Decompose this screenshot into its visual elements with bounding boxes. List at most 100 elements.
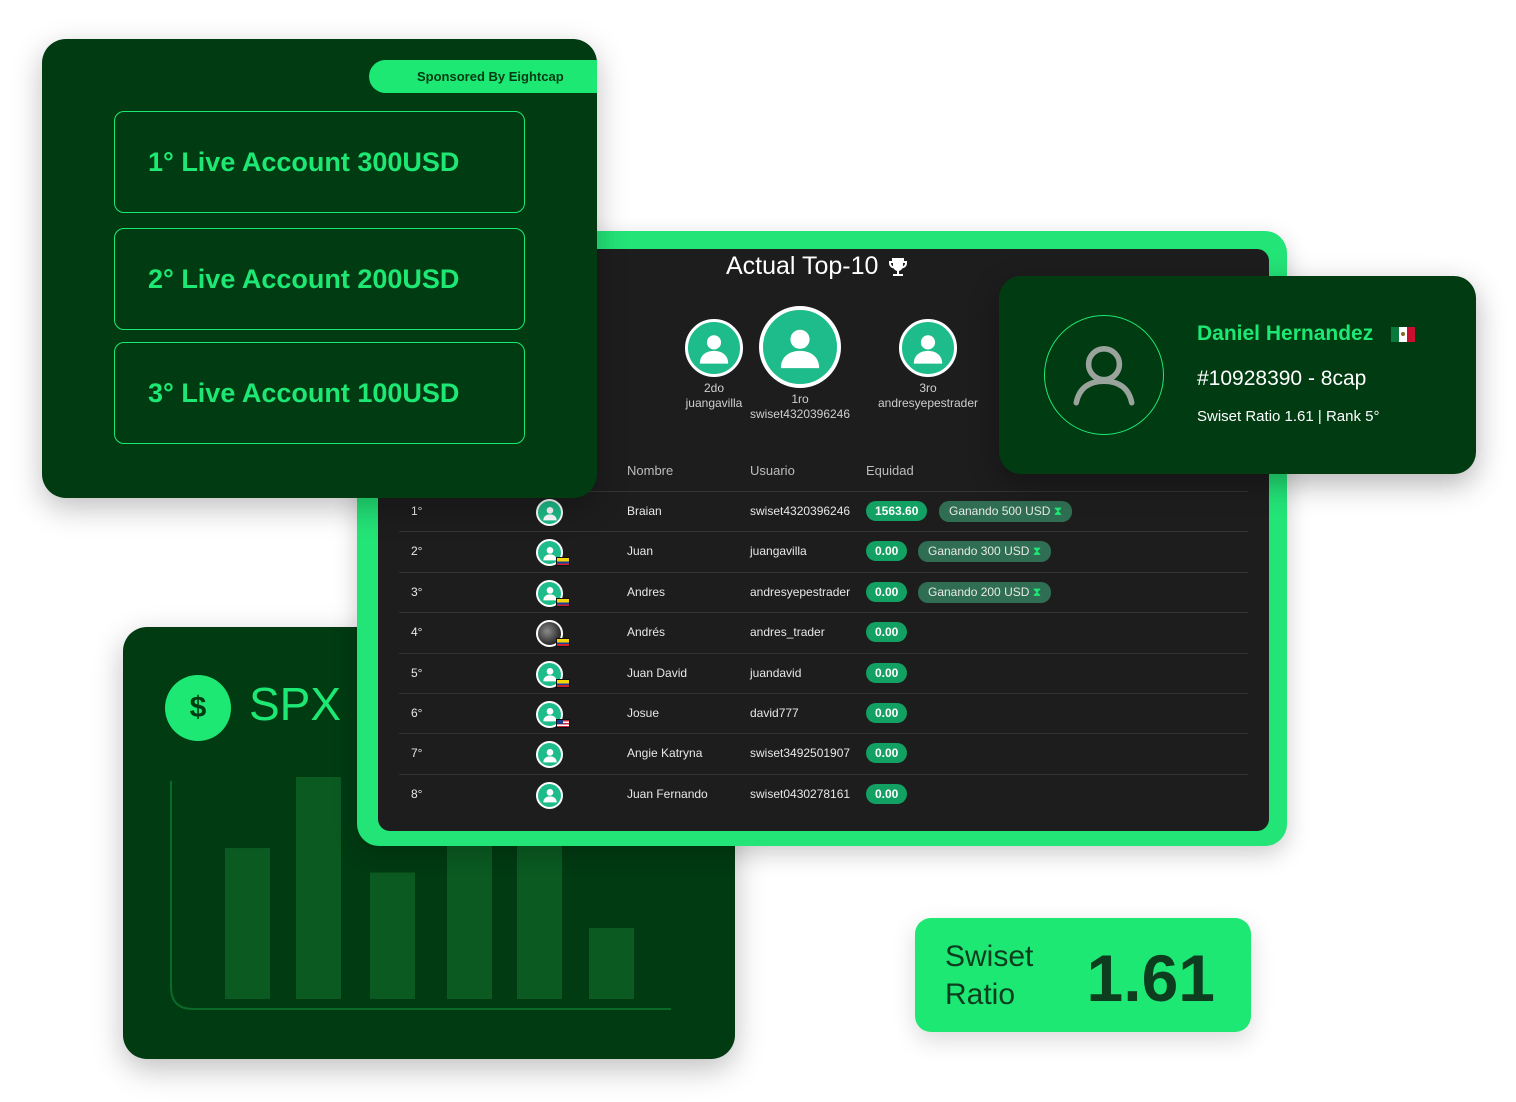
row-rank: 2° (411, 544, 423, 559)
chart-bar (370, 872, 415, 999)
table-row[interactable]: 8° Juan Fernando swiset0430278161 0.00 (399, 773, 1248, 814)
usa-flag-icon (556, 718, 570, 728)
row-prize-badge: Ganando 200 USD ⧗ (918, 581, 1052, 603)
avatar (536, 499, 563, 526)
column-header-user[interactable]: Usuario (750, 463, 795, 478)
colombia-flag-icon (556, 638, 570, 648)
avatar (759, 306, 841, 388)
colombia-flag-icon (556, 678, 570, 688)
prize-first[interactable]: 1° Live Account 300USD (114, 111, 525, 213)
table-row[interactable]: 4° Andrés andres_trader 0.00 (399, 612, 1248, 652)
leaderboard-title: Actual Top-10 (726, 252, 910, 281)
leaderboard-title-text: Actual Top-10 (726, 252, 879, 280)
swiset-ratio-badge: Swiset Ratio 1.61 (915, 918, 1251, 1032)
row-equity-chip: 0.00 (866, 783, 908, 804)
row-username[interactable]: juandavid (750, 666, 801, 680)
row-rank: 6° (411, 705, 423, 720)
row-username[interactable]: swiset4320396246 (750, 504, 850, 518)
row-equity-chip: 0.00 (866, 541, 908, 562)
prize-third[interactable]: 3° Live Account 100USD (114, 342, 525, 444)
avatar (536, 781, 563, 809)
podium-user: andresyepestrader (877, 396, 979, 410)
ratio-value: 1.61 (1086, 941, 1215, 1015)
row-avatar[interactable] (536, 700, 570, 728)
column-header-equity[interactable]: Equidad (866, 463, 914, 478)
table-row[interactable]: 2° Juan juangavilla 0.00 Ganando 300 USD ⧗ (399, 531, 1248, 571)
spx-symbol: SPX (249, 678, 342, 730)
avatar (536, 579, 570, 607)
row-prize-text: Ganando 200 USD (928, 584, 1030, 599)
medal-icon: ⧗ (1053, 504, 1063, 518)
podium-user: swiset4320396246 (749, 407, 851, 421)
row-avatar[interactable] (536, 539, 570, 567)
column-header-name[interactable]: Nombre (627, 463, 673, 478)
chart-bar (225, 848, 270, 999)
mexico-flag-icon (1391, 326, 1416, 342)
table-row[interactable]: 5° Juan David juandavid 0.00 (399, 652, 1248, 693)
sponsor-badge: Sponsored By Eightcap (369, 60, 597, 93)
leaderboard-table: 1° Braian swiset4320396246 1563.60 Ganando 5… (399, 491, 1248, 814)
colombia-flag-icon (556, 597, 570, 607)
table-row[interactable]: 6° Josue david777 0.00 (399, 692, 1248, 733)
trophy-icon (889, 257, 908, 276)
prize-second[interactable]: 2° Live Account 200USD (114, 228, 525, 330)
avatar (536, 741, 563, 769)
row-username[interactable]: andresyepestrader (750, 585, 850, 599)
avatar (536, 539, 570, 567)
row-rank: 3° (411, 584, 423, 599)
profile-account-id: #10928390 - 8cap (1197, 367, 1367, 390)
row-username[interactable]: andres_trader (750, 625, 825, 639)
avatar (536, 700, 570, 728)
row-username[interactable]: swiset3492501907 (750, 746, 850, 760)
podium-first[interactable]: 1ro swiset4320396246 (740, 306, 860, 422)
avatar (536, 660, 570, 688)
row-equity-chip: 1563.60 (866, 501, 928, 521)
row-prize-badge: Ganando 300 USD ⧗ (918, 541, 1052, 563)
row-equity-chip: 0.00 (866, 662, 908, 683)
user-icon (542, 789, 557, 803)
row-name: Josue (627, 705, 660, 720)
row-avatar[interactable] (536, 579, 570, 607)
user-icon (780, 329, 820, 369)
user-icon (542, 748, 557, 763)
row-avatar[interactable] (536, 620, 570, 648)
prizes-card: Sponsored By Eightcap 1° Live Account 30… (42, 39, 597, 498)
row-username[interactable]: swiset0430278161 (750, 787, 850, 801)
medal-icon: ⧗ (1032, 584, 1042, 599)
row-username[interactable]: juangavilla (750, 544, 807, 558)
row-avatar[interactable] (536, 499, 563, 526)
profile-avatar[interactable] (1044, 315, 1164, 435)
row-name: Braian (627, 504, 662, 518)
avatar (899, 319, 957, 377)
row-username[interactable]: david777 (750, 706, 799, 720)
avatar (536, 620, 570, 648)
colombia-flag-icon (556, 557, 570, 567)
row-rank: 5° (411, 665, 423, 680)
row-name: Angie Katryna (627, 746, 703, 761)
chart-bar (589, 927, 634, 999)
row-prize-text: Ganando 300 USD (928, 544, 1030, 559)
row-avatar[interactable] (536, 781, 563, 809)
row-rank: 7° (411, 746, 423, 761)
row-avatar[interactable] (536, 660, 570, 688)
row-avatar[interactable] (536, 741, 563, 769)
row-name: Andres (627, 584, 666, 599)
podium-third[interactable]: 3ro andresyepestrader (872, 319, 984, 411)
row-rank: 4° (411, 625, 423, 640)
table-row[interactable]: 3° Andres andresyepestrader 0.00 Ganando 200… (399, 571, 1248, 612)
dollar-coin-icon: $ (165, 675, 231, 741)
row-equity-chip: 0.00 (866, 743, 908, 764)
row-prize-badge: Ganando 500 USD ⧗ (939, 501, 1073, 522)
row-equity-chip: 0.00 (866, 702, 908, 723)
row-rank: 1° (411, 504, 423, 518)
chart-bar (447, 821, 492, 999)
ratio-label: Swiset Ratio (945, 940, 1034, 1011)
table-row[interactable]: 7° Angie Katryna swiset3492501907 0.00 (399, 733, 1248, 773)
podium-place: 3ro (919, 381, 937, 395)
profile-card: Daniel Hernandez #10928390 - 8cap Swiset… (999, 276, 1476, 474)
row-name: Juan (627, 544, 654, 559)
medal-icon: ⧗ (1032, 544, 1042, 559)
row-equity-chip: 0.00 (866, 622, 908, 643)
row-equity-chip: 0.00 (866, 581, 908, 602)
chart-bar (296, 777, 341, 999)
